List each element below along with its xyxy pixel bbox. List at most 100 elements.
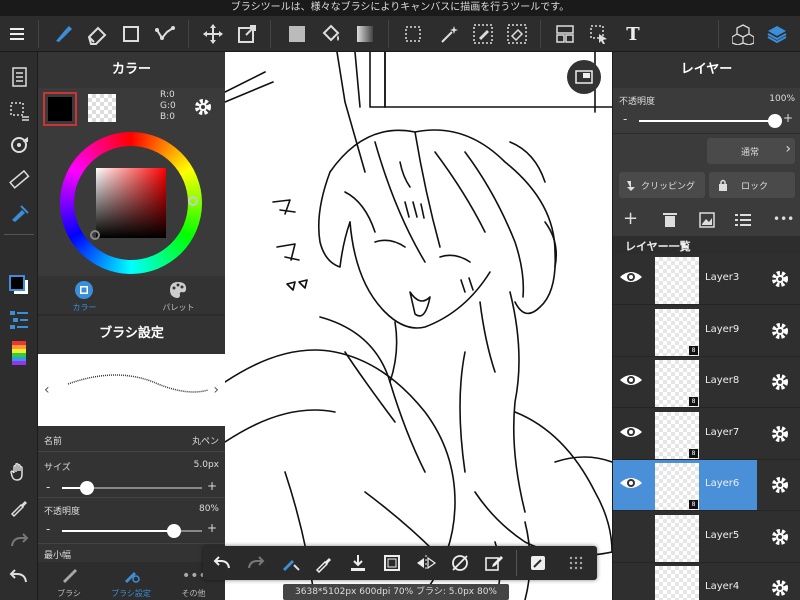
eye-icon[interactable] (619, 268, 643, 290)
layer-gear-icon[interactable] (769, 577, 791, 600)
select-tool-icon[interactable] (398, 16, 428, 52)
layer-gear-icon[interactable] (769, 526, 791, 552)
layer-gear-icon[interactable] (769, 371, 791, 397)
brush-tool-icon[interactable] (48, 16, 78, 52)
eye-icon[interactable] (619, 423, 643, 445)
saturation-value-square[interactable] (96, 168, 166, 238)
canvas-fit-button[interactable] (567, 60, 601, 94)
move-tool-icon[interactable] (198, 16, 228, 52)
layer-list-icon[interactable] (4, 304, 34, 334)
layer-row[interactable]: Layer3 (613, 254, 800, 305)
layer-opacity-knob[interactable] (768, 114, 782, 128)
fit-frame-icon[interactable] (377, 548, 407, 578)
layer-row[interactable]: 8 Layer6 (613, 460, 800, 511)
layer-row[interactable]: Layer5 (613, 512, 800, 563)
layer-row[interactable]: Layer4 (613, 563, 800, 600)
add-layer-icon[interactable]: + (623, 210, 638, 228)
grid-menu-icon[interactable] (561, 548, 591, 578)
sv-picker-handle[interactable] (90, 230, 100, 240)
brush-eraser-toggle-icon[interactable] (275, 548, 305, 578)
layer-actions-row: + ••• (613, 204, 800, 236)
secondary-color-swatch[interactable] (88, 94, 116, 122)
tab-brush-settings[interactable]: ブラシ設定 (100, 562, 162, 600)
palette-strip-icon[interactable] (4, 338, 34, 368)
layer-list-header: レイヤー一覧 (613, 236, 800, 254)
size-plus-button[interactable]: + (207, 479, 217, 493)
opacity-minus-button[interactable]: - (46, 522, 50, 536)
bucket-tool-icon[interactable] (316, 16, 346, 52)
clipping-button[interactable]: クリッピング (619, 172, 705, 198)
lock-button[interactable]: ロック (709, 172, 795, 198)
layers-icon[interactable] (762, 16, 792, 52)
opacity-plus-button[interactable]: + (207, 521, 217, 535)
eyedropper-action-icon[interactable] (309, 548, 339, 578)
save-download-icon[interactable] (343, 548, 373, 578)
layer-row[interactable]: 8 Layer7 (613, 409, 800, 460)
redo-action-icon[interactable] (241, 548, 271, 578)
rotate-reset-icon[interactable] (445, 548, 475, 578)
primary-color-swatch[interactable] (43, 92, 77, 126)
layer-name: Layer9 (705, 323, 740, 335)
size-slider-knob[interactable] (80, 481, 95, 495)
layer-name: Layer3 (705, 272, 740, 283)
layer-row[interactable]: 8 Layer9 (613, 306, 800, 357)
magic-wand-icon[interactable] (434, 16, 464, 52)
menu-icon[interactable] (2, 16, 32, 52)
drawing-canvas[interactable] (225, 52, 612, 600)
brush-name-row[interactable]: 名前 丸ペン (38, 426, 225, 452)
transform-tool-icon[interactable] (232, 16, 262, 52)
material-icon[interactable] (728, 16, 758, 52)
quick-action-icon[interactable] (523, 548, 553, 578)
snap-pen-icon[interactable] (4, 198, 34, 228)
panel-layout-icon[interactable] (550, 16, 580, 52)
layer-gear-icon[interactable] (769, 320, 791, 346)
text-tool-icon[interactable]: T (618, 16, 648, 52)
redo-icon[interactable] (4, 526, 34, 556)
layer-opacity-minus-button[interactable]: - (623, 112, 627, 126)
eye-hidden-icon[interactable] (619, 526, 643, 548)
undo-icon[interactable] (4, 562, 34, 592)
layer-gear-icon[interactable] (769, 423, 791, 449)
flip-horizontal-icon[interactable] (411, 548, 441, 578)
shape-tool-icon[interactable] (116, 16, 146, 52)
more-options-icon[interactable]: ••• (773, 212, 794, 226)
eraser-tool-icon[interactable] (82, 16, 112, 52)
select-eraser-icon[interactable] (502, 16, 532, 52)
tab-brush[interactable]: ブラシ (38, 562, 100, 600)
page-icon[interactable] (4, 62, 34, 92)
layer-list-view-icon[interactable] (735, 213, 751, 227)
layer-thumbnail (655, 566, 699, 600)
eye-hidden-icon[interactable] (619, 320, 643, 342)
undo-action-icon[interactable] (207, 548, 237, 578)
layer-opacity-plus-button[interactable]: + (783, 111, 793, 125)
edit-layer-icon[interactable] (479, 548, 509, 578)
eyedropper-icon[interactable] (4, 492, 34, 522)
color-swatch-icon[interactable] (4, 270, 34, 300)
fill-color-icon[interactable] (282, 16, 312, 52)
ruler-icon[interactable] (4, 164, 34, 194)
opacity-slider-knob[interactable] (167, 524, 181, 538)
hand-tool-icon[interactable] (4, 457, 34, 487)
layer-image-icon[interactable] (699, 212, 715, 228)
dot-tool-icon[interactable] (150, 16, 180, 52)
rotate-icon[interactable] (4, 130, 34, 160)
layer-gear-icon[interactable] (769, 268, 791, 294)
eye-icon[interactable] (619, 371, 643, 393)
hue-picker-handle[interactable] (188, 196, 198, 206)
layer-row[interactable]: 8 Layer8 (613, 357, 800, 408)
eye-hidden-icon[interactable] (619, 577, 643, 599)
tab-palette-label: パレット (162, 303, 195, 312)
gradient-tool-icon[interactable] (350, 16, 380, 52)
eye-icon[interactable] (619, 474, 643, 496)
blend-mode-select[interactable]: 通常 › (707, 138, 795, 164)
select-pen-icon[interactable] (468, 16, 498, 52)
selection-list-icon[interactable] (4, 96, 34, 126)
layer-gear-icon[interactable] (769, 474, 791, 500)
tab-color[interactable]: カラー (38, 276, 131, 314)
trash-icon[interactable] (663, 212, 677, 228)
size-minus-button[interactable]: - (46, 480, 50, 494)
tab-palette[interactable]: パレット (132, 276, 225, 314)
layer-thumbnail (655, 257, 699, 304)
color-settings-gear-icon[interactable] (192, 96, 214, 122)
operation-tool-icon[interactable] (584, 16, 614, 52)
